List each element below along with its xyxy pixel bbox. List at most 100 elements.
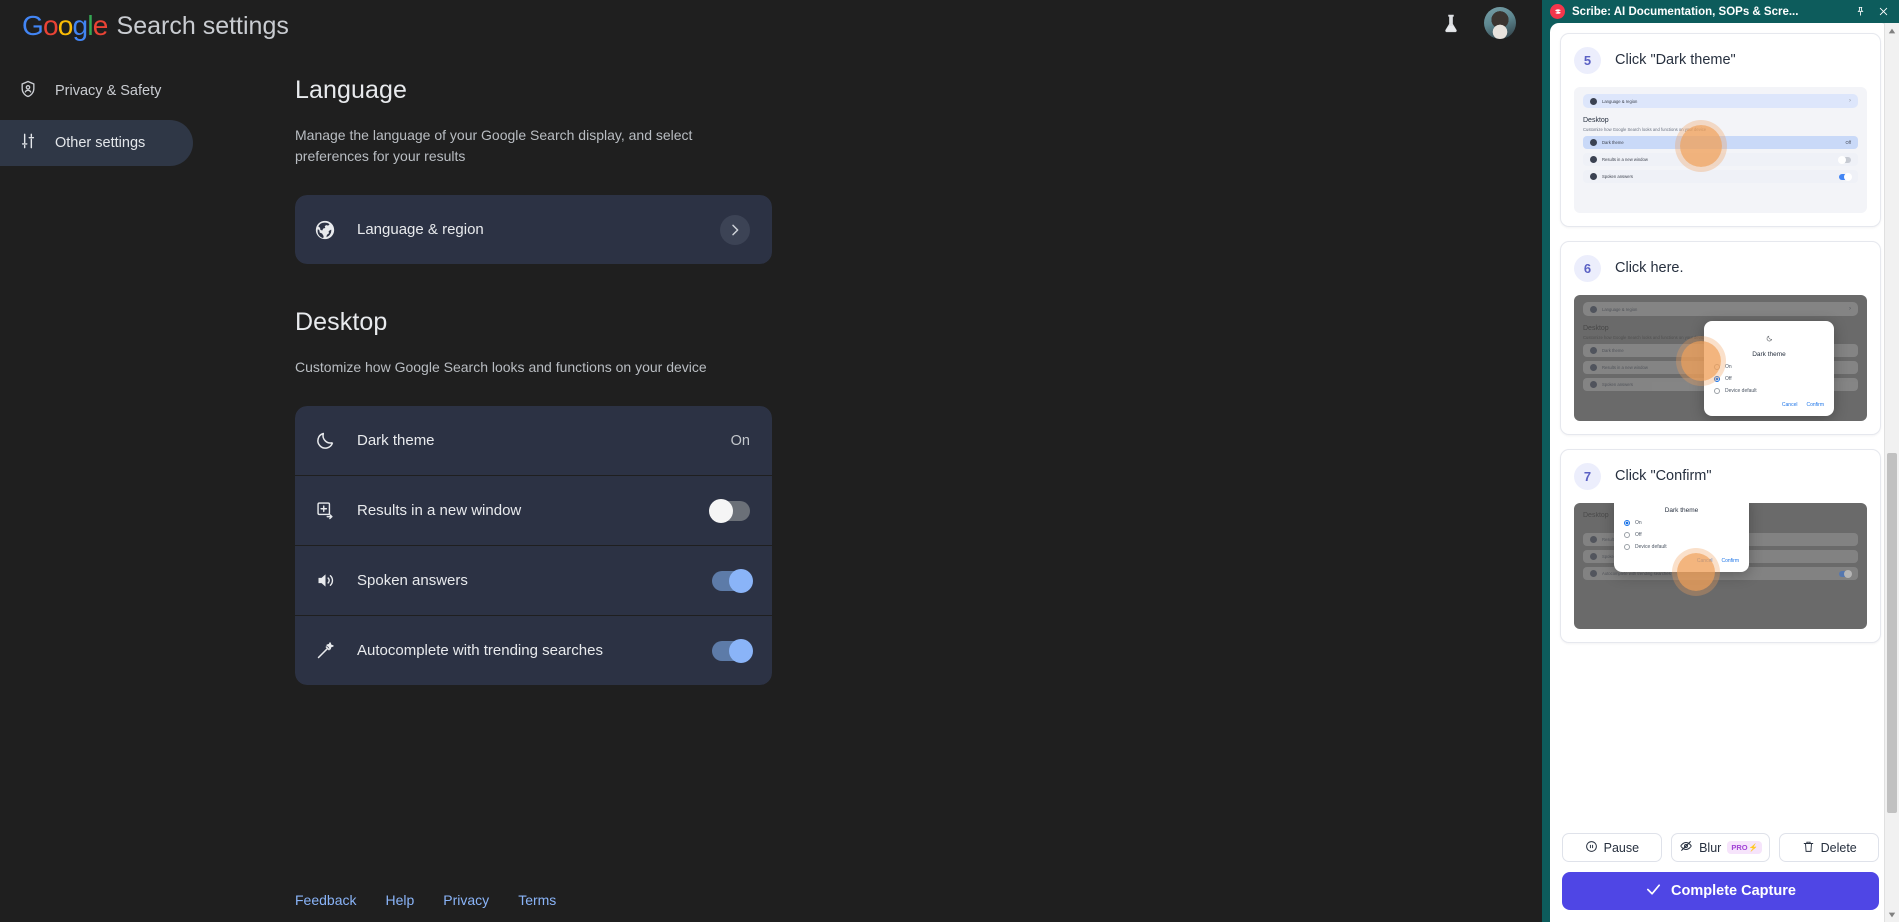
dialog-option-off: Off — [1624, 532, 1739, 538]
scribe-extension-panel: Scribe: AI Documentation, SOPs & Scre...… — [1542, 0, 1899, 922]
moon-icon — [1714, 329, 1824, 347]
pro-badge-label: PRO — [1731, 843, 1748, 852]
mini-row-value: Off — [1845, 140, 1851, 145]
step-header: 7 Click "Confirm" — [1574, 460, 1867, 492]
option-label: Off — [1635, 532, 1642, 538]
row-label: Dark theme — [357, 432, 435, 449]
step-thumbnail[interactable]: Language & region › Desktop Customize ho… — [1574, 87, 1867, 213]
row-autocomplete-trending[interactable]: Autocomplete with trending searches — [295, 616, 772, 685]
pause-label: Pause — [1603, 840, 1640, 855]
dialog-option-on: On — [1714, 364, 1824, 370]
row-label: Spoken answers — [357, 572, 468, 589]
mini-settings-preview: Language & region › Desktop Customize ho… — [1574, 87, 1867, 213]
toggle-spoken-answers[interactable] — [712, 568, 753, 593]
page-body: Privacy & Safety Other settings Language… — [0, 52, 1542, 685]
mini-row-label: Dark theme — [1602, 140, 1624, 145]
toggle-results-in-new-window[interactable] — [709, 498, 750, 523]
sidebar-item-privacy-safety[interactable]: Privacy & Safety — [0, 68, 193, 114]
labs-flask-icon[interactable] — [1434, 6, 1468, 40]
dialog-option-on: On — [1624, 520, 1739, 526]
step-header: 6 Click here. — [1574, 252, 1867, 284]
dialog-title: Dark theme — [1752, 351, 1786, 358]
mini-language-row: Language & region › — [1583, 302, 1858, 316]
step-text[interactable]: Click here. — [1615, 260, 1684, 276]
footer-links: Feedback Help Privacy Terms — [295, 892, 556, 908]
footer-link-terms[interactable]: Terms — [518, 892, 556, 908]
sidebar: Privacy & Safety Other settings — [0, 52, 207, 685]
footer-link-help[interactable]: Help — [385, 892, 414, 908]
scroll-up-arrow[interactable] — [1885, 23, 1899, 38]
mini-toggle-on — [1839, 569, 1852, 578]
step-thumbnail[interactable]: Desktop Results in a new window Spoken a… — [1574, 503, 1867, 629]
complete-capture-label: Complete Capture — [1671, 883, 1796, 899]
step-number: 5 — [1574, 46, 1601, 74]
google-logo[interactable]: Google — [22, 10, 108, 42]
dialog-confirm-button: Confirm — [1721, 558, 1739, 564]
scribe-toolbar: Pause Blur PRO ⚡ Delete — [1550, 823, 1891, 862]
mini-row-label: Language & region — [1602, 306, 1638, 312]
footer-link-feedback[interactable]: Feedback — [295, 892, 356, 908]
step-thumbnail[interactable]: Language & region › Desktop Customize ho… — [1574, 295, 1867, 421]
mini-row-label: Results in a new window — [1602, 157, 1648, 162]
scribe-title-bar: Scribe: AI Documentation, SOPs & Scre... — [1542, 0, 1899, 23]
pin-icon[interactable] — [1852, 4, 1868, 20]
dialog-option-device-default: Device default — [1714, 388, 1824, 394]
option-label: Device default — [1725, 388, 1757, 394]
blur-button[interactable]: Blur PRO ⚡ — [1670, 833, 1771, 862]
row-dark-theme[interactable]: Dark theme On — [295, 406, 772, 475]
dialog-actions: Cancel Confirm — [1714, 402, 1824, 408]
step-card[interactable]: 5 Click "Dark theme" Language & region ›… — [1560, 33, 1881, 227]
row-results-in-new-window[interactable]: Results in a new window — [295, 476, 772, 545]
option-label: Off — [1725, 376, 1732, 382]
step-text[interactable]: Click "Confirm" — [1615, 468, 1712, 484]
step-number: 6 — [1574, 254, 1601, 282]
row-language-region[interactable]: Language & region — [295, 195, 772, 264]
avatar[interactable] — [1484, 7, 1516, 39]
row-label: Results in a new window — [357, 502, 522, 519]
row-label: Autocomplete with trending searches — [357, 642, 603, 659]
moon-icon — [311, 430, 339, 451]
toggle-autocomplete-trending[interactable] — [712, 638, 753, 663]
delete-button[interactable]: Delete — [1779, 833, 1880, 862]
step-card[interactable]: 6 Click here. Language & region › Deskto… — [1560, 241, 1881, 435]
chevron-right-icon[interactable] — [720, 214, 750, 245]
pause-circle-icon — [1585, 840, 1598, 856]
scrollbar[interactable] — [1884, 23, 1899, 922]
scribe-content-sheet: 5 Click "Dark theme" Language & region ›… — [1550, 23, 1891, 922]
eye-off-icon — [1679, 839, 1693, 856]
main-content: Language Manage the language of your Goo… — [207, 52, 1542, 685]
check-icon — [1645, 881, 1662, 902]
open-in-new-icon — [311, 500, 339, 521]
section-title-desktop: Desktop — [295, 308, 388, 336]
pause-button[interactable]: Pause — [1562, 833, 1662, 862]
sidebar-item-other-settings[interactable]: Other settings — [0, 120, 193, 166]
complete-capture-button[interactable]: Complete Capture — [1562, 872, 1879, 910]
blur-label: Blur — [1699, 840, 1722, 855]
step-card[interactable]: 7 Click "Confirm" Desktop Results in a n… — [1560, 449, 1881, 643]
delete-label: Delete — [1820, 840, 1857, 855]
section-description-desktop: Customize how Google Search looks and fu… — [295, 359, 707, 375]
mini-subtext: Customize how Google Search looks and fu… — [1583, 127, 1707, 132]
mini-row-spoken: Spoken answers — [1583, 170, 1858, 183]
mini-row-label: Spoken answers — [1602, 174, 1633, 179]
step-text[interactable]: Click "Dark theme" — [1615, 52, 1736, 68]
row-spoken-answers[interactable]: Spoken answers — [295, 546, 772, 615]
page-header: Google Search settings — [0, 0, 1542, 52]
page-title: Search settings — [116, 11, 289, 40]
mini-row-dark-theme: Dark theme Off — [1583, 136, 1858, 149]
mini-language-row: Language & region › — [1583, 94, 1858, 108]
sidebar-item-label: Other settings — [55, 135, 146, 151]
close-icon[interactable] — [1875, 4, 1891, 20]
scroll-down-arrow[interactable] — [1885, 907, 1899, 922]
step-number: 7 — [1574, 462, 1601, 490]
trash-icon — [1802, 840, 1815, 856]
sidebar-item-label: Privacy & Safety — [55, 83, 162, 99]
dialog-option-device-default: Device default — [1624, 544, 1739, 550]
step-header: 5 Click "Dark theme" — [1574, 44, 1867, 76]
scribe-window-title: Scribe: AI Documentation, SOPs & Scre... — [1572, 5, 1799, 18]
header-actions — [1434, 6, 1516, 40]
steps-list[interactable]: 5 Click "Dark theme" Language & region ›… — [1550, 23, 1891, 823]
mini-row-new-window: Results in a new window — [1583, 153, 1858, 166]
footer-link-privacy[interactable]: Privacy — [443, 892, 489, 908]
scrollbar-thumb[interactable] — [1887, 453, 1897, 813]
